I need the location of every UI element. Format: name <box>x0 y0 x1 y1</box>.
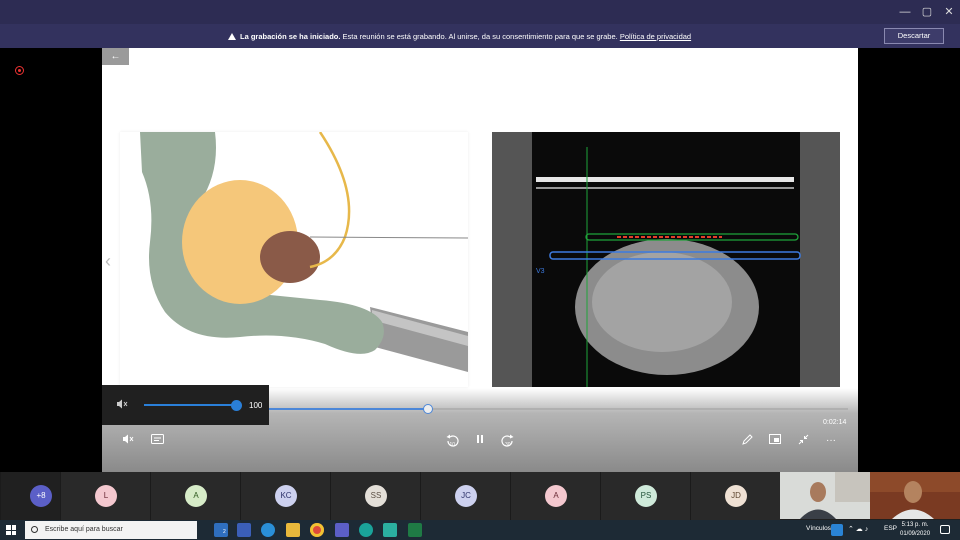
more-options-icon[interactable]: ··· <box>823 434 839 448</box>
ultrasound-image: V3 <box>532 132 801 387</box>
participant-avatar: L <box>95 485 117 507</box>
notifications-icon[interactable] <box>940 525 950 534</box>
pause-icon[interactable] <box>472 434 488 448</box>
participant-avatar: A <box>545 485 567 507</box>
app-icon-8[interactable] <box>383 523 397 537</box>
participant-video-1[interactable] <box>780 472 870 519</box>
app-icon-2[interactable] <box>237 523 251 537</box>
participant-avatar: KC <box>275 485 297 507</box>
ultrasound-view: V3 <box>492 132 840 387</box>
forward-icon[interactable]: 30 <box>500 434 516 448</box>
recording-indicator-icon <box>15 66 24 75</box>
pen-icon[interactable] <box>739 434 755 448</box>
chrome-icon[interactable] <box>310 523 324 537</box>
clock-time: 5:13 p. m. <box>901 522 929 528</box>
recording-started-text: La grabación se ha iniciado. <box>240 32 341 41</box>
rewind-icon[interactable]: 10 <box>444 434 460 448</box>
volume-value: 100 <box>249 401 263 410</box>
links-app-icon[interactable] <box>831 524 843 536</box>
participant-tile[interactable]: +8 <box>0 472 60 520</box>
participant-tile[interactable]: SS <box>330 472 420 520</box>
picture-in-picture-icon[interactable] <box>767 434 783 448</box>
participant-avatar: JD <box>725 485 747 507</box>
tray-icons[interactable]: ⌃ ☁ ♪ <box>848 525 868 533</box>
title-bar: — ▢ ✕ <box>0 0 960 24</box>
anatomy-illustration <box>120 132 468 387</box>
participant-tile[interactable]: A <box>510 472 600 520</box>
recording-consent-text: Esta reunión se está grabando. Al unirse… <box>340 32 620 41</box>
recording-message: La grabación se ha iniciado. Esta reunió… <box>228 32 691 41</box>
time-remaining: 0:02:14 <box>823 419 847 426</box>
mute-icon[interactable] <box>120 434 136 448</box>
language-indicator[interactable]: ESP <box>884 525 897 532</box>
discard-button[interactable]: Descartar <box>884 28 944 44</box>
app-icon-7[interactable] <box>359 523 373 537</box>
volume-mute-icon[interactable] <box>116 399 128 412</box>
taskbar-search[interactable]: Escribe aquí para buscar <box>25 521 197 539</box>
participant-avatar: SS <box>365 485 387 507</box>
participant-tile[interactable]: JC <box>420 472 510 520</box>
mail-app-icon[interactable]: 2 <box>214 523 228 537</box>
previous-chevron-icon[interactable]: ‹ <box>105 251 111 272</box>
privacy-policy-link[interactable]: Política de privacidad <box>620 32 691 41</box>
minimize-button[interactable]: — <box>897 4 913 20</box>
warning-icon <box>228 33 236 40</box>
back-arrow-button[interactable]: ← <box>102 48 129 65</box>
exit-fullscreen-icon[interactable] <box>795 434 811 448</box>
close-button[interactable]: ✕ <box>941 4 957 20</box>
excel-icon[interactable] <box>408 523 422 537</box>
mail-badge: 2 <box>223 529 226 535</box>
participant-tile[interactable]: L <box>60 472 150 520</box>
taskbar-clock[interactable]: 5:13 p. m. 01/09/2020 <box>900 521 930 538</box>
windows-start-icon[interactable] <box>6 525 16 535</box>
participant-avatar: +8 <box>30 485 52 507</box>
links-label[interactable]: Vínculos <box>806 525 831 532</box>
participant-avatar: JC <box>455 485 477 507</box>
maximize-button[interactable]: ▢ <box>919 4 935 20</box>
participant-video-2[interactable] <box>870 472 960 519</box>
volume-popover: 100 <box>102 385 269 425</box>
volume-slider[interactable] <box>144 404 237 406</box>
volume-slider-handle[interactable] <box>231 400 242 411</box>
participant-tile[interactable]: KC <box>240 472 330 520</box>
participant-tile[interactable]: PS <box>600 472 690 520</box>
participant-tile[interactable]: A <box>150 472 240 520</box>
search-icon <box>31 526 38 533</box>
clock-date: 01/09/2020 <box>900 530 931 537</box>
svg-text:10: 10 <box>450 442 456 448</box>
participant-avatar: A <box>185 485 207 507</box>
recording-banner: La grabación se ha iniciado. Esta reunió… <box>0 24 960 48</box>
participant-tile[interactable]: JD <box>690 472 780 520</box>
svg-text:30: 30 <box>505 442 511 448</box>
teams-icon[interactable] <box>335 523 349 537</box>
search-placeholder: Escribe aquí para buscar <box>45 526 123 533</box>
windows-taskbar: Escribe aquí para buscar 2 Vínculos ⌃ ☁ … <box>0 520 960 540</box>
edge-icon[interactable] <box>261 523 275 537</box>
participant-avatar: PS <box>635 485 657 507</box>
captions-icon[interactable] <box>149 434 165 448</box>
anatomy-drawing <box>140 132 468 372</box>
progress-handle[interactable] <box>423 404 433 414</box>
ultrasound-label: V3 <box>536 268 545 275</box>
file-explorer-icon[interactable] <box>286 523 300 537</box>
